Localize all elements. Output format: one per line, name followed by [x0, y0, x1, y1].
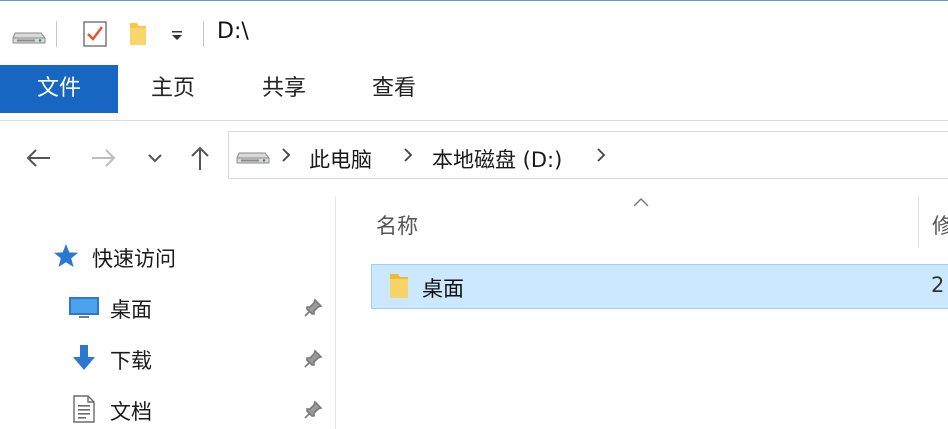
tab-file[interactable]: 文件	[0, 65, 118, 113]
pin-icon[interactable]	[302, 348, 324, 370]
star-icon	[50, 240, 82, 272]
address-bar[interactable]: 此电脑 本地磁盘 (D:)	[228, 131, 948, 179]
title-bar: D:\	[0, 1, 948, 65]
nav-label: 快速访问	[92, 247, 176, 271]
ribbon-tabs: 文件 主页 共享 查看	[0, 65, 948, 113]
chevron-right-icon[interactable]	[594, 145, 608, 165]
download-icon	[68, 342, 100, 374]
up-button[interactable]	[182, 140, 218, 176]
drive-icon	[235, 144, 271, 166]
ribbon-divider	[0, 120, 948, 121]
nav-label: 文档	[110, 400, 152, 424]
nav-label: 下载	[110, 349, 152, 373]
quick-access-dropdown-icon[interactable]	[166, 23, 188, 47]
nav-pane-divider[interactable]	[335, 196, 336, 429]
sort-ascending-icon	[630, 193, 652, 207]
tab-home[interactable]: 主页	[131, 65, 215, 113]
document-icon	[68, 393, 100, 425]
window-title: D:\	[217, 19, 249, 44]
drive-icon[interactable]	[10, 23, 48, 47]
toolbar-separator	[56, 21, 57, 47]
folder-icon	[384, 271, 414, 301]
chevron-right-icon[interactable]	[279, 145, 293, 165]
chevron-right-icon[interactable]	[401, 145, 415, 165]
nav-item-desktop[interactable]: 桌面	[50, 287, 335, 327]
file-date: 2	[931, 273, 945, 297]
properties-checkbox-icon[interactable]	[80, 19, 110, 49]
nav-quick-access[interactable]: 快速访问	[50, 236, 335, 276]
tab-share[interactable]: 共享	[242, 65, 326, 113]
nav-item-documents[interactable]: 文档	[50, 389, 335, 429]
breadcrumb-this-pc[interactable]: 此电脑	[309, 144, 372, 174]
toolbar-separator	[203, 21, 204, 47]
column-header-modified[interactable]: 修	[932, 210, 948, 240]
tab-view[interactable]: 查看	[352, 65, 436, 113]
back-button[interactable]	[20, 140, 56, 176]
column-divider[interactable]	[918, 196, 919, 248]
forward-button[interactable]	[86, 140, 122, 176]
new-folder-icon[interactable]	[124, 19, 152, 49]
file-name: 桌面	[422, 277, 464, 301]
nav-label: 桌面	[110, 298, 152, 322]
nav-item-downloads[interactable]: 下载	[50, 338, 335, 378]
recent-locations-button[interactable]	[138, 140, 172, 176]
pin-icon[interactable]	[302, 297, 324, 319]
desktop-icon	[68, 291, 100, 323]
file-row[interactable]: 桌面 2	[371, 264, 948, 309]
breadcrumb-local-disk-d[interactable]: 本地磁盘 (D:)	[432, 144, 562, 174]
pin-icon[interactable]	[302, 399, 324, 421]
column-header-name[interactable]: 名称	[376, 210, 418, 240]
